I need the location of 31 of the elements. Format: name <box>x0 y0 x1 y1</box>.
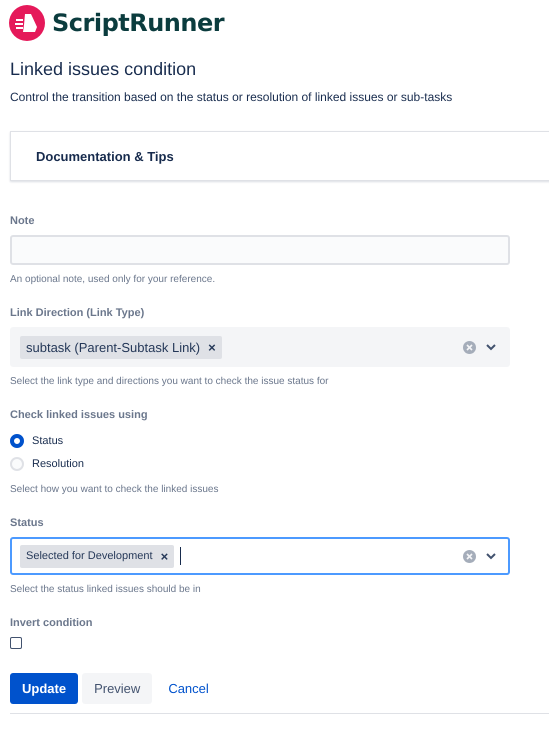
radio-label: Status <box>32 434 64 446</box>
cancel-link[interactable]: Cancel <box>156 673 221 704</box>
note-input[interactable] <box>10 235 510 265</box>
update-button[interactable]: Update <box>10 673 78 704</box>
logo-icon <box>9 5 45 41</box>
multi-select[interactable]: subtask (Parent-Subtask Link) × <box>10 327 510 367</box>
multi-select[interactable]: Selected for Development × <box>10 537 510 575</box>
tag-remove-button[interactable]: × <box>208 340 216 354</box>
checkbox[interactable] <box>10 637 22 649</box>
documentation-heading: Documentation & Tips <box>36 148 174 164</box>
help-text: Select the status linked issues should be in <box>10 584 202 595</box>
page-description: Control the transition based on the status or resolution of linked issues or sub-tasks <box>10 90 454 104</box>
help-text: Select the link type and directions you want to check the issue status for <box>10 376 330 387</box>
tag-remove-button[interactable]: × <box>160 548 168 564</box>
chevron-down-icon[interactable] <box>486 552 496 560</box>
field-label: Check linked issues using <box>10 409 149 421</box>
help-text: Select how you want to check the linked issues <box>10 484 220 495</box>
tag-label: Selected for Development <box>26 550 153 562</box>
page-title: Linked issues condition <box>10 59 198 80</box>
preview-button[interactable]: Preview <box>82 673 152 704</box>
field-label: Note <box>10 215 36 227</box>
help-text: An optional note, used only for your reference. <box>10 274 216 285</box>
radio-button[interactable] <box>10 434 24 448</box>
field-label: Status <box>10 517 45 529</box>
field-label: Link Direction (Link Type) <box>10 307 146 319</box>
app-name: ScriptRunner <box>52 9 224 37</box>
radio-label: Resolution <box>32 458 84 470</box>
tag-label: subtask (Parent-Subtask Link) <box>26 340 200 354</box>
chevron-down-icon[interactable] <box>486 344 496 350</box>
field-label: Invert condition <box>10 617 94 629</box>
documentation-panel[interactable]: Documentation & Tips <box>10 131 549 181</box>
